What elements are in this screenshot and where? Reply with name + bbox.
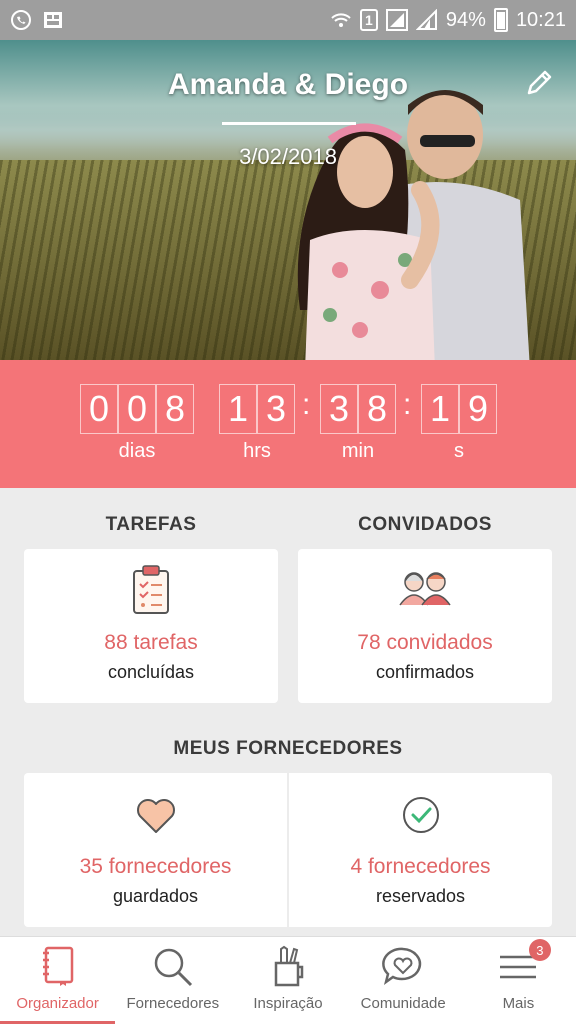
- countdown-days: 0 0 8: [80, 384, 194, 434]
- saved-vendors-subtitle: guardados: [112, 886, 199, 906]
- days-label: dias: [118, 440, 156, 462]
- check-circle-icon: [402, 797, 439, 833]
- guests-card[interactable]: 78 convidados confirmados: [298, 549, 552, 703]
- wifi-icon: [330, 9, 352, 31]
- digit: 3: [320, 384, 358, 434]
- nav-label: Organizador: [16, 995, 99, 1012]
- status-bar: 1 94% 10:21: [0, 0, 576, 40]
- booked-vendors-subtitle: reservados: [375, 886, 466, 906]
- nav-label: Mais: [502, 995, 535, 1012]
- saved-vendors-count: 35 fornecedores: [79, 855, 232, 878]
- tasks-subtitle: concluídas: [107, 662, 195, 682]
- notification-badge: 3: [528, 939, 551, 961]
- couple-guests-icon: [399, 572, 451, 606]
- search-icon: [154, 948, 192, 987]
- couple-name: Amanda & Diego: [167, 68, 409, 101]
- clock-time: 10:21: [515, 8, 566, 31]
- wedding-countdown: 0 0 8 1 3 : 3 8 : 1 9 dias hrs min s: [0, 360, 576, 488]
- signal-box-icon: [385, 9, 408, 31]
- nav-label: Fornecedores: [126, 995, 220, 1012]
- digit: 1: [219, 384, 257, 434]
- clipboard-checklist-icon: [133, 565, 169, 614]
- nav-comunidade[interactable]: Comunidade: [346, 937, 461, 1024]
- digit: 1: [421, 384, 459, 434]
- cell-signal-icon: [415, 9, 438, 31]
- sim-icon: 1: [359, 9, 378, 31]
- digit: 9: [459, 384, 497, 434]
- nav-organizador[interactable]: Organizador: [0, 937, 116, 1024]
- nav-label: Inspiração: [253, 995, 323, 1012]
- digit: 8: [156, 384, 194, 434]
- pencil-cup-icon: [274, 945, 304, 987]
- colon-separator: :: [302, 388, 311, 421]
- countdown-seconds: 1 9: [421, 384, 497, 434]
- battery-icon: [493, 8, 508, 32]
- tasks-count: 88 tarefas: [104, 631, 198, 654]
- countdown-minutes: 3 8: [320, 384, 396, 434]
- digit: 3: [257, 384, 295, 434]
- guests-count: 78 convidados: [357, 631, 493, 654]
- hours-label: hrs: [243, 440, 271, 462]
- hero-banner: Amanda & Diego 3/02/2018: [0, 40, 576, 360]
- countdown-hours: 1 3: [219, 384, 295, 434]
- guests-subtitle: confirmados: [375, 662, 475, 682]
- nav-label: Comunidade: [360, 995, 446, 1012]
- title-underline: [222, 122, 356, 125]
- wedding-date: 3/02/2018: [239, 144, 337, 169]
- nav-fornecedores[interactable]: Fornecedores: [115, 937, 230, 1024]
- guests-section-title: CONVIDADOS: [358, 514, 492, 535]
- digit: 8: [358, 384, 396, 434]
- nav-inspiracao[interactable]: Inspiração: [230, 937, 345, 1024]
- whatsapp-icon: [10, 9, 32, 31]
- booked-vendors-count: 4 fornecedores: [350, 855, 491, 878]
- saved-vendors-card[interactable]: 35 fornecedores guardados: [24, 773, 287, 927]
- digit: 0: [118, 384, 156, 434]
- notebook-icon: [42, 946, 73, 986]
- seconds-label: s: [454, 440, 464, 462]
- edit-pencil-icon[interactable]: [524, 68, 554, 98]
- vendors-section-title: MEUS FORNECEDORES: [173, 738, 403, 759]
- bottom-navigation: Organizador Fornecedores Inspiração Comu…: [0, 936, 576, 1024]
- colon-separator: :: [403, 388, 412, 421]
- tasks-section-title: TAREFAS: [105, 514, 197, 535]
- heart-chat-icon: [382, 947, 422, 985]
- tasks-card[interactable]: 88 tarefas concluídas: [24, 549, 278, 703]
- nav-mais[interactable]: 3 Mais: [461, 937, 576, 1024]
- digit: 0: [80, 384, 118, 434]
- booked-vendors-card[interactable]: 4 fornecedores reservados: [289, 773, 552, 927]
- battery-percent: 94%: [445, 8, 486, 31]
- heart-icon: [136, 799, 175, 833]
- gallery-notification-icon: [42, 9, 64, 31]
- minutes-label: min: [341, 440, 375, 462]
